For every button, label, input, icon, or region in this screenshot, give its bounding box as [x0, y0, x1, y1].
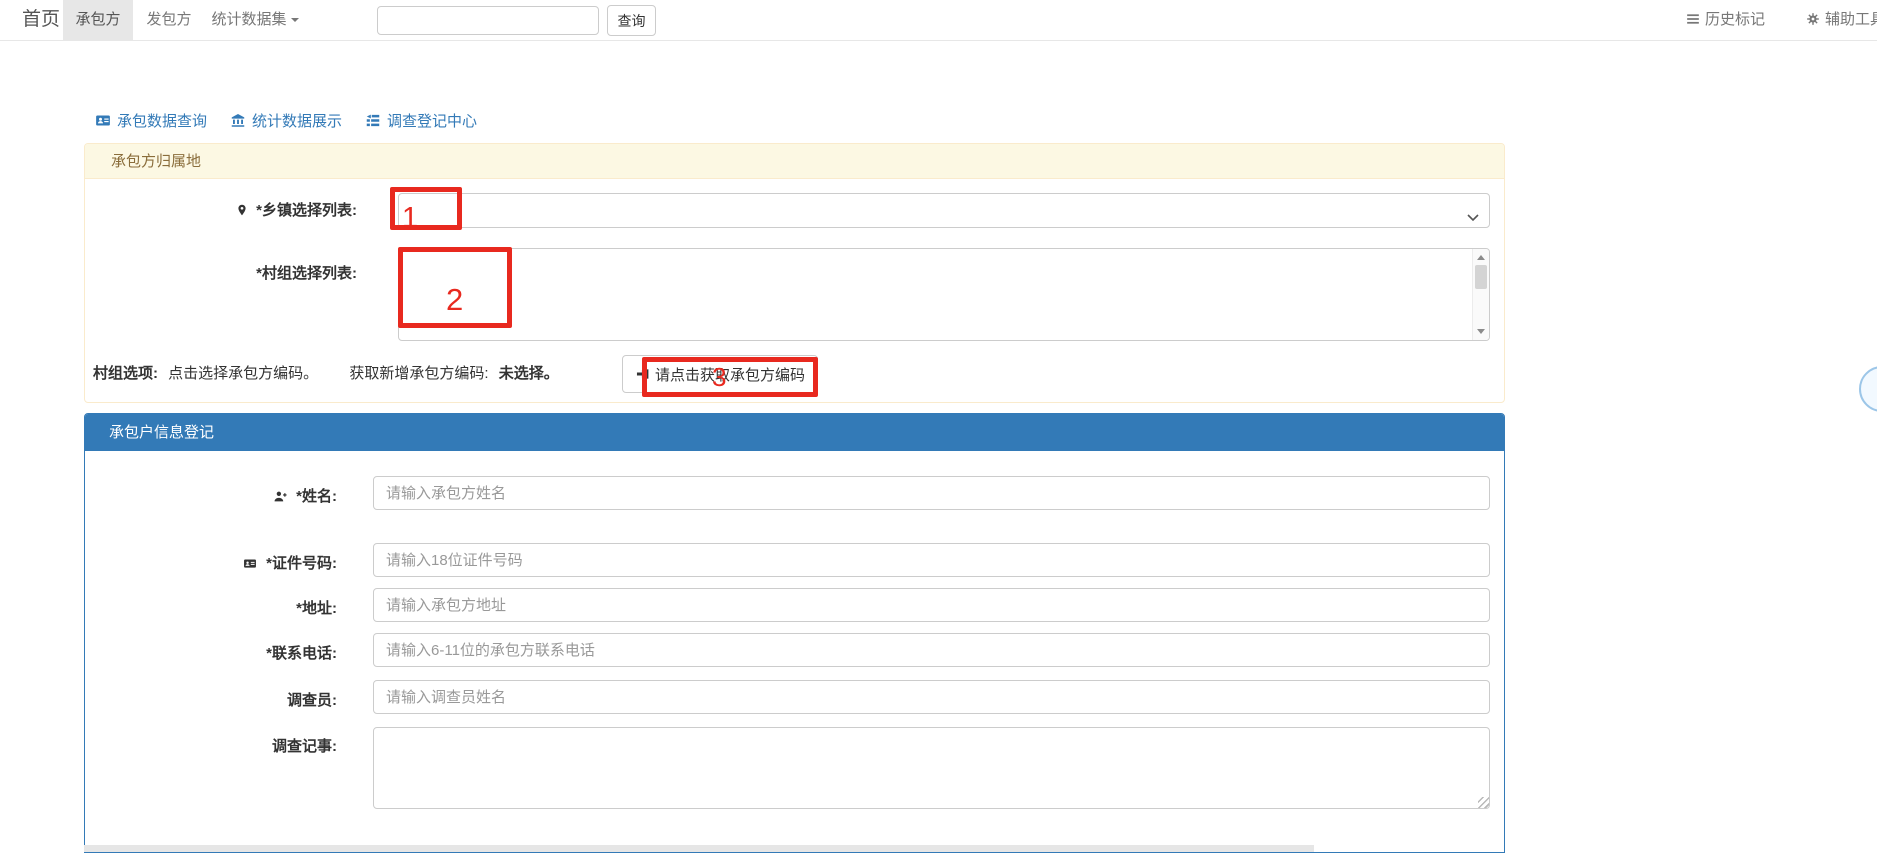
caret-down-icon [291, 18, 299, 22]
nav-auxiliary-tools[interactable]: 辅助工具 [1806, 0, 1877, 40]
village-option-label: 村组选项: [93, 365, 158, 382]
village-multiselect-list[interactable] [398, 248, 1490, 341]
id-card-icon [242, 557, 258, 570]
user-plus-icon [273, 490, 288, 503]
address-field-label: *地址: [104, 597, 337, 618]
gear-icon [1806, 12, 1820, 26]
scrollbar-down-arrow-icon[interactable] [1477, 329, 1485, 334]
link-statistics-display-label: 统计数据展示 [252, 110, 342, 131]
nav-tab-contractor[interactable]: 承包方 [63, 0, 133, 40]
village-option-hint: 点击选择承包方编码。 [168, 365, 318, 382]
tasks-icon [365, 113, 381, 128]
town-select-label: *乡镇选择列表: [84, 199, 357, 220]
nav-history-marks[interactable]: 历史标记 [1686, 0, 1765, 40]
surveyor-input[interactable] [373, 680, 1490, 714]
bank-icon [230, 113, 246, 128]
sign-in-arrow-icon [635, 367, 650, 381]
link-survey-registration-label: 调查登记中心 [387, 110, 477, 131]
nav-tab-statistics-dropdown[interactable]: 统计数据集 [205, 0, 305, 40]
survey-notes-field-label: 调查记事: [104, 735, 337, 756]
village-list-scrollbar[interactable] [1472, 249, 1489, 340]
floating-widget-button[interactable] [1859, 366, 1877, 412]
new-code-status: 未选择。 [499, 365, 559, 382]
surveyor-field-label: 调查员: [104, 689, 337, 710]
nav-search-input[interactable] [377, 6, 599, 35]
survey-notes-textarea[interactable] [373, 727, 1490, 809]
name-label-text: *姓名: [296, 488, 337, 505]
scrollbar-up-arrow-icon[interactable] [1477, 255, 1485, 260]
link-survey-registration-center[interactable]: 调查登记中心 [365, 110, 477, 131]
name-input[interactable] [373, 476, 1490, 510]
nav-tab-issuer[interactable]: 发包方 [133, 0, 205, 40]
link-contract-data-query[interactable]: 承包数据查询 [95, 110, 207, 131]
phone-label-text: *联系电话: [266, 645, 337, 662]
nav-history-label: 历史标记 [1705, 11, 1765, 28]
survey-notes-label-text: 调查记事: [272, 738, 337, 755]
address-label-text: *地址: [296, 600, 337, 617]
nav-tab-statistics-label: 统计数据集 [211, 11, 286, 28]
new-code-hint-label: 获取新增承包方编码: [349, 365, 488, 382]
nav-auxiliary-label: 辅助工具 [1825, 11, 1877, 28]
town-select[interactable] [398, 193, 1490, 228]
get-contractor-code-button[interactable]: 请点击获取承包方编码 [622, 355, 818, 393]
scrollbar-thumb[interactable] [1475, 265, 1487, 289]
link-contract-data-query-label: 承包数据查询 [117, 110, 207, 131]
idcard-input[interactable] [373, 543, 1490, 577]
village-list-label-text: *村组选择列表: [256, 265, 357, 282]
nav-tab-contractor-label: 承包方 [75, 11, 120, 28]
town-select-label-text: *乡镇选择列表: [256, 202, 357, 219]
link-statistics-display[interactable]: 统计数据展示 [230, 110, 342, 131]
next-section-edge [84, 845, 1314, 852]
idcard-label-text: *证件号码: [266, 555, 337, 572]
name-field-label: *姓名: [104, 485, 337, 506]
users-card-icon [95, 113, 111, 128]
address-input[interactable] [373, 588, 1490, 622]
village-list-label: *村组选择列表: [84, 262, 357, 283]
phone-input[interactable] [373, 633, 1490, 667]
location-panel-title: 承包方归属地 [85, 144, 1504, 179]
bars-icon [1686, 12, 1700, 26]
registration-panel-title: 承包户信息登记 [85, 414, 1504, 451]
quick-links-row: 承包数据查询 统计数据展示 调查登记中心 [95, 110, 477, 131]
get-contractor-code-label: 请点击获取承包方编码 [655, 364, 805, 385]
map-marker-icon [236, 203, 248, 217]
nav-tab-issuer-label: 发包方 [146, 11, 191, 28]
nav-search-button[interactable]: 查询 [607, 5, 656, 36]
village-option-hint-row: 村组选项: 点击选择承包方编码。 获取新增承包方编码: 未选择。 [93, 362, 559, 383]
textarea-resize-grip[interactable] [1478, 797, 1489, 808]
idcard-field-label: *证件号码: [104, 552, 337, 573]
chevron-down-icon [1467, 207, 1479, 225]
surveyor-label-text: 调查员: [287, 692, 337, 709]
top-navbar: 首页 承包方 发包方 统计数据集 查询 历史标记 辅助工具 [0, 0, 1877, 41]
phone-field-label: *联系电话: [104, 642, 337, 663]
